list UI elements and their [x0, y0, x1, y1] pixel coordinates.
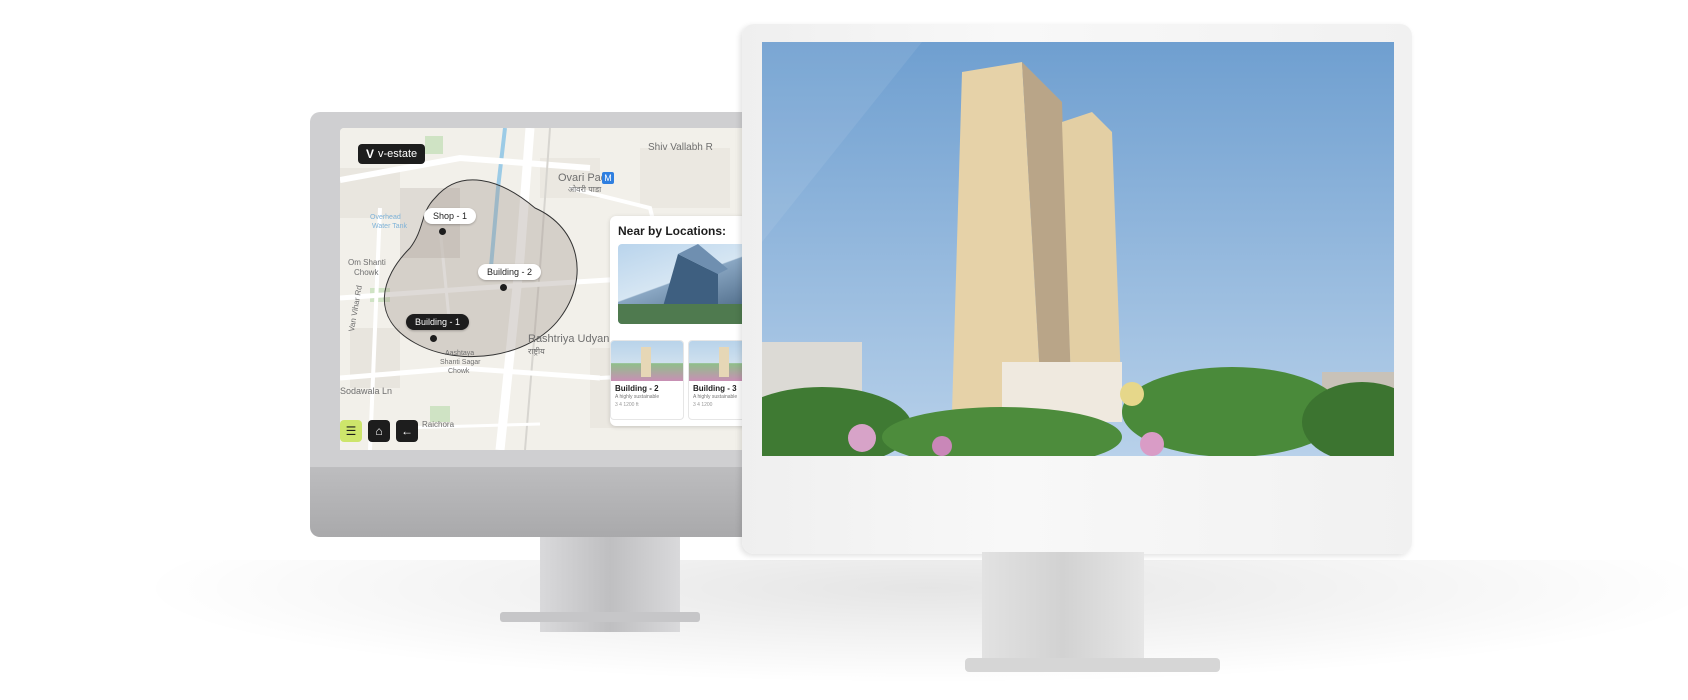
- nearby-title: Near by Locations:: [618, 224, 727, 238]
- pin-dot-shop-1[interactable]: [439, 228, 446, 235]
- v-estate-logo[interactable]: V v-estate: [358, 144, 426, 164]
- front-monitor-stand: [982, 552, 1144, 662]
- home-icon: ⌂: [375, 424, 383, 438]
- back-monitor-chin: [310, 467, 780, 537]
- pin-dot-building-1[interactable]: [430, 335, 437, 342]
- map-label-om-shanti: Om Shanti: [348, 258, 386, 267]
- map-label-aashtaya: Aashtaya: [445, 350, 475, 357]
- map-screen[interactable]: V v-estate Shiv Vallabh R Ovari Pada ओवर…: [340, 128, 770, 450]
- pin-label-building-2[interactable]: Building - 2: [478, 264, 542, 280]
- card-image: [611, 341, 683, 381]
- map-label-chowk: Chowk: [448, 368, 470, 375]
- map-label-rashtriya-hindi: राष्ट्रीय: [528, 347, 545, 356]
- nearby-card-building-2[interactable]: Building - 2 A highly sustainable 3 4 12…: [610, 340, 684, 420]
- map-label-water-tank: Water Tank: [372, 223, 408, 230]
- map-label-shanti-sagar: Shanti Sagar: [440, 359, 481, 366]
- floor-shadow: [0, 560, 1688, 700]
- back-button[interactable]: ←: [396, 420, 418, 442]
- map-label-sodawala: Sodawala Ln: [340, 386, 393, 396]
- card-subtitle: A highly sustainable: [615, 394, 660, 400]
- metro-station-icon: M: [602, 172, 614, 184]
- map-label-overhead-tank: Overhead: [370, 214, 401, 221]
- home-button[interactable]: ⌂: [368, 420, 390, 442]
- map-label-ovari-pada-hindi: ओवरी पाडा: [568, 185, 602, 194]
- building-photo: [762, 42, 1394, 456]
- front-monitor-foot: [965, 658, 1220, 672]
- back-arrow-icon: ←: [401, 424, 413, 438]
- map-label-om-shanti-chowk: Chowk: [354, 268, 379, 277]
- pin-label-building-1[interactable]: Building - 1: [406, 314, 470, 330]
- logo-mark-icon: V: [366, 147, 375, 161]
- map-label-shiv-vallabh: Shiv Vallabh R: [648, 142, 713, 153]
- nearby-hero-image[interactable]: [618, 244, 748, 324]
- brand-name: v-estate: [378, 148, 418, 160]
- pin-label-shop-1[interactable]: Shop - 1: [424, 208, 477, 224]
- pin-dot-building-2[interactable]: [500, 284, 507, 291]
- menu-button[interactable]: ☰: [340, 420, 362, 442]
- back-monitor-foot: [500, 612, 700, 622]
- map-label-rashtriya: Rashtriya Udyan: [528, 333, 610, 345]
- card-meta: 3 4 1200 ft: [615, 402, 639, 408]
- menu-icon: ☰: [345, 424, 357, 438]
- map-label-raichora: Raichora: [422, 420, 455, 429]
- card-title: Building - 2: [615, 384, 659, 393]
